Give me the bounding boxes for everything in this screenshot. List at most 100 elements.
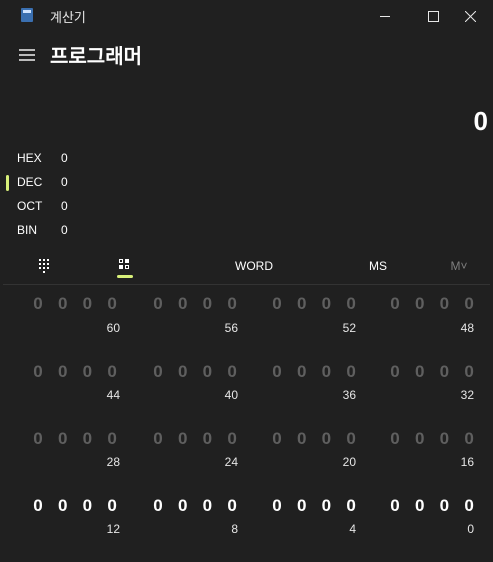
bit-toggle[interactable]: 0 (270, 496, 284, 516)
radix-label: BIN (17, 223, 38, 237)
bit-toggle[interactable]: 0 (31, 496, 45, 516)
bit-toggle[interactable]: 0 (295, 496, 309, 516)
bit-toggle[interactable]: 0 (105, 496, 119, 516)
bit-toggle[interactable]: 0 (413, 362, 427, 382)
navigation-menu-button[interactable] (14, 42, 40, 68)
bit-toggle[interactable]: 0 (151, 429, 165, 449)
bit-toggle[interactable]: 0 (105, 294, 119, 314)
radix-bin[interactable]: BIN 0 (0, 219, 120, 243)
bit-toggle[interactable]: 0 (151, 362, 165, 382)
selected-indicator (6, 175, 9, 191)
bit-toggle[interactable]: 0 (388, 294, 402, 314)
bit-toggle[interactable]: 0 (344, 362, 358, 382)
full-keypad-button[interactable] (34, 253, 56, 279)
bit-toggle[interactable]: 0 (413, 496, 427, 516)
minimize-button[interactable] (362, 0, 408, 32)
bit-toggle[interactable]: 0 (388, 429, 402, 449)
bit-toggle[interactable]: 0 (31, 429, 45, 449)
bit-toggle[interactable]: 0 (270, 429, 284, 449)
radix-value: 0 (61, 223, 68, 237)
bit-toggle[interactable]: 0 (176, 294, 190, 314)
bit-toggle[interactable]: 0 (176, 362, 190, 382)
bit-toggle[interactable]: 0 (56, 429, 70, 449)
radix-value: 0 (61, 199, 68, 213)
bit-toggle[interactable]: 0 (200, 362, 214, 382)
bit-toggle[interactable]: 0 (388, 362, 402, 382)
bit-position-label: 8 (231, 522, 238, 536)
bit-position-label: 0 (467, 522, 474, 536)
divider (3, 284, 490, 285)
bit-position-label: 16 (460, 455, 474, 469)
bit-toggle[interactable]: 0 (200, 429, 214, 449)
bit-toggle[interactable]: 0 (319, 429, 333, 449)
bit-toggle[interactable]: 0 (80, 294, 94, 314)
word-size-button[interactable]: WORD (225, 253, 283, 279)
bit-toggle[interactable]: 0 (437, 429, 451, 449)
bit-toggle[interactable]: 0 (200, 496, 214, 516)
bit-toggle[interactable]: 0 (31, 294, 45, 314)
bit-position-label: 48 (460, 321, 474, 335)
bit-toggle[interactable]: 0 (225, 429, 239, 449)
bit-toggle[interactable]: 0 (344, 429, 358, 449)
bit-toggle[interactable]: 0 (295, 294, 309, 314)
radix-label: DEC (17, 175, 43, 189)
bit-toggle[interactable]: 0 (105, 362, 119, 382)
bit-toggle[interactable]: 0 (80, 362, 94, 382)
bit-toggle[interactable]: 0 (437, 496, 451, 516)
bit-toggle[interactable]: 0 (319, 294, 333, 314)
bit-toggle[interactable]: 0 (151, 294, 165, 314)
bit-toggle[interactable]: 0 (295, 429, 309, 449)
bit-toggle[interactable]: 0 (437, 362, 451, 382)
bit-toggle[interactable]: 0 (31, 362, 45, 382)
bit-toggle[interactable]: 0 (225, 362, 239, 382)
memory-store-button[interactable]: MS (360, 253, 396, 279)
bit-toggle[interactable]: 0 (295, 362, 309, 382)
mode-title: 프로그래머 (50, 46, 142, 68)
radix-dec[interactable]: DEC 0 (0, 171, 120, 195)
memory-list-button[interactable]: M˅ (444, 253, 474, 279)
radix-label: HEX (17, 151, 42, 165)
radix-value: 0 (61, 175, 68, 189)
bit-toggle[interactable]: 0 (462, 429, 476, 449)
close-icon (464, 10, 476, 22)
bit-toggle[interactable]: 0 (56, 362, 70, 382)
bit-toggle[interactable]: 0 (344, 496, 358, 516)
bit-toggle[interactable]: 0 (413, 429, 427, 449)
bit-toggle[interactable]: 0 (319, 496, 333, 516)
maximize-icon (427, 10, 439, 22)
bit-toggle[interactable]: 0 (270, 294, 284, 314)
bit-toggle[interactable]: 0 (319, 362, 333, 382)
bit-toggle[interactable]: 0 (225, 294, 239, 314)
bit-toggle[interactable]: 0 (225, 496, 239, 516)
radix-value: 0 (61, 151, 68, 165)
bit-toggle[interactable]: 0 (344, 294, 358, 314)
close-button[interactable] (447, 0, 493, 32)
bit-toggle[interactable]: 0 (388, 496, 402, 516)
bit-toggle[interactable]: 0 (151, 496, 165, 516)
bit-toggle[interactable]: 0 (462, 362, 476, 382)
result-display: 0 (473, 106, 488, 136)
bit-position-label: 36 (342, 388, 356, 402)
bit-position-label: 28 (106, 455, 120, 469)
bit-toggle[interactable]: 0 (200, 294, 214, 314)
bit-toggle[interactable]: 0 (56, 294, 70, 314)
radix-hex[interactable]: HEX 0 (0, 147, 120, 171)
selected-tab-indicator (117, 275, 133, 278)
radix-label: OCT (17, 199, 43, 213)
bit-toggle[interactable]: 0 (80, 429, 94, 449)
bit-position-label: 12 (106, 522, 120, 536)
bit-toggle[interactable]: 0 (105, 429, 119, 449)
bit-toggle[interactable]: 0 (270, 362, 284, 382)
bit-toggle[interactable]: 0 (56, 496, 70, 516)
radix-oct[interactable]: OCT 0 (0, 195, 120, 219)
bit-toggle[interactable]: 0 (176, 496, 190, 516)
bit-toggle[interactable]: 0 (176, 429, 190, 449)
bit-position-label: 56 (224, 321, 238, 335)
title-bar: 계산기 (0, 0, 493, 32)
bit-toggle[interactable]: 0 (462, 496, 476, 516)
calculator-icon (21, 8, 33, 22)
bit-toggle[interactable]: 0 (462, 294, 476, 314)
bit-toggle[interactable]: 0 (413, 294, 427, 314)
bit-toggle[interactable]: 0 (80, 496, 94, 516)
bit-toggle[interactable]: 0 (437, 294, 451, 314)
